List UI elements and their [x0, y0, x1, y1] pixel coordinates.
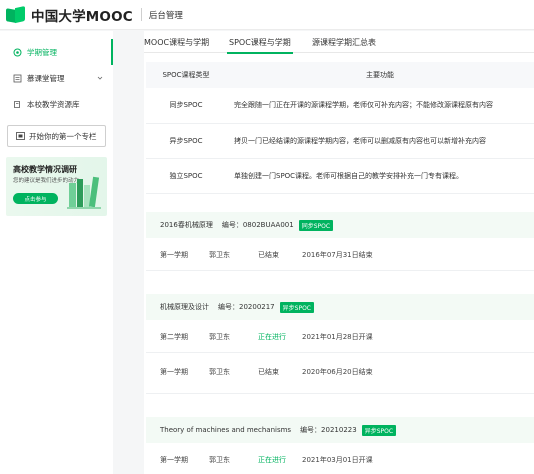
spoc-function-cell: 单独创建一门SPOC课程。老师可根据自己的教学安排补充一门专有课程。 — [226, 158, 534, 194]
term-name: 第一学期 — [160, 251, 188, 259]
term-row[interactable]: 第一学期 郭卫东 正在进行 2021年03月01日开课 — [146, 443, 534, 474]
term-status: 已结束 — [258, 368, 279, 376]
books-illustration-icon — [67, 176, 101, 209]
spoc-function-cell: 拷贝一门已经结课的源课程学期内容，老师可以删减原有内容也可以新增补充内容 — [226, 123, 534, 159]
course-name: 2016春机械原理 — [160, 221, 213, 229]
table-row: 独立SPOC 单独创建一门SPOC课程。老师可根据自己的教学安排补充一门专有课程… — [146, 158, 534, 194]
term-teacher: 郭卫东 — [209, 456, 230, 464]
spoc-type-cell: 独立SPOC — [146, 158, 226, 194]
tab-spoc-courses[interactable]: SPOC课程与学期 — [227, 31, 293, 54]
sidebar: 学期管理 慕课堂管理 本校教学资源库 开始你的第一个专栏 高校教学情况调研 您的… — [0, 31, 113, 474]
column-header-type: SPOC课程类型 — [146, 62, 226, 88]
top-header: 中国大学MOOC 后台管理 — [0, 0, 534, 30]
term-status: 已结束 — [258, 251, 279, 259]
header-divider — [140, 8, 142, 21]
column-icon — [16, 132, 25, 140]
sidebar-item-classroom-management[interactable]: 慕课堂管理 — [0, 65, 113, 91]
term-row[interactable]: 第一学期 郭卫东 已结束 2016年07月31日结束 — [146, 238, 534, 271]
term-name: 第二学期 — [160, 333, 188, 341]
course-card: 机械原理及设计 编号：20200217 异步SPOC 第二学期 郭卫东 正在进行… — [146, 294, 534, 394]
tab-source-summary[interactable]: 源课程学期汇总表 — [312, 31, 376, 53]
term-status: 正在进行 — [258, 333, 286, 341]
spoc-type-cell: 同步SPOC — [146, 88, 226, 124]
spoc-type-badge: 异步SPOC — [361, 424, 397, 436]
term-date: 2020年06月20日结束 — [302, 368, 373, 376]
term-teacher: 郭卫东 — [209, 251, 230, 259]
course-code: 编号：20200217 — [218, 303, 275, 311]
main-content: MOOC课程与学期 SPOC课程与学期 源课程学期汇总表 SPOC课程类型 主要… — [144, 31, 534, 474]
term-teacher: 郭卫东 — [209, 368, 230, 376]
tab-mooc-courses[interactable]: MOOC课程与学期 — [144, 31, 209, 53]
spoc-function-cell: 完全跟随一门正在开课的源课程学期，老师仅可补充内容；不能修改源课程原有内容 — [226, 88, 534, 124]
sidebar-item-label: 慕课堂管理 — [27, 73, 65, 83]
term-date: 2016年07月31日结束 — [302, 251, 373, 259]
course-name: Theory of machines and mechanisms — [160, 426, 292, 434]
chevron-down-icon[interactable] — [97, 74, 103, 83]
tab-bar: MOOC课程与学期 SPOC课程与学期 源课程学期汇总表 — [144, 31, 534, 54]
term-row[interactable]: 第一学期 郭卫东 已结束 2020年06月20日结束 — [146, 353, 534, 394]
term-name: 第一学期 — [160, 368, 188, 376]
list-icon — [13, 74, 22, 83]
banner-participate-button[interactable]: 点击参与 — [13, 193, 58, 204]
term-teacher: 郭卫东 — [209, 333, 230, 341]
logo-mark-icon — [6, 5, 26, 23]
table-row: 同步SPOC 完全跟随一门正在开课的源课程学期，老师仅可补充内容；不能修改源课程… — [146, 88, 534, 124]
sidebar-item-label: 学期管理 — [27, 47, 57, 57]
term-row[interactable]: 第二学期 郭卫东 正在进行 2021年01月28日开课 — [146, 320, 534, 353]
survey-banner[interactable]: 高校教学情况调研 您的建议是我们进步的动力 点击参与 — [6, 157, 107, 216]
sidebar-item-term-management[interactable]: 学期管理 — [0, 39, 113, 65]
term-date: 2021年03月01日开课 — [302, 456, 373, 464]
course-header[interactable]: 机械原理及设计 编号：20200217 异步SPOC — [146, 294, 534, 320]
spoc-type-badge: 异步SPOC — [279, 301, 314, 313]
sidebar-item-resource-library[interactable]: 本校教学资源库 — [0, 91, 113, 117]
logo-text: 中国大学MOOC — [31, 8, 133, 25]
course-header[interactable]: Theory of machines and mechanisms 编号：202… — [146, 417, 534, 443]
book-icon — [13, 100, 22, 109]
spoc-type-cell: 异步SPOC — [146, 123, 226, 159]
column-header-function: 主要功能 — [226, 62, 534, 88]
header-section-title: 后台管理 — [148, 10, 183, 21]
table-row: 异步SPOC 拷贝一门已经结课的源课程学期内容，老师可以删减原有内容也可以新增补… — [146, 123, 534, 159]
mooc-logo[interactable]: 中国大学MOOC — [6, 5, 133, 25]
course-name: 机械原理及设计 — [160, 303, 209, 311]
sidebar-item-label: 本校教学资源库 — [27, 99, 80, 109]
start-column-label: 开始你的第一个专栏 — [29, 131, 97, 141]
course-code: 编号：0802BUAA001 — [221, 221, 294, 229]
course-card: Theory of machines and mechanisms 编号：202… — [146, 417, 534, 474]
term-date: 2021年01月28日开课 — [302, 333, 373, 341]
term-name: 第一学期 — [160, 456, 188, 464]
spoc-type-table: SPOC课程类型 主要功能 同步SPOC 完全跟随一门正在开课的源课程学期，老师… — [146, 62, 534, 194]
course-header[interactable]: 2016春机械原理 编号：0802BUAA001 同步SPOC — [146, 212, 534, 238]
course-card: 2016春机械原理 编号：0802BUAA001 同步SPOC 第一学期 郭卫东… — [146, 212, 534, 271]
course-code: 编号：20210223 — [300, 426, 357, 434]
start-column-button[interactable]: 开始你的第一个专栏 — [7, 125, 106, 147]
spoc-type-badge: 同步SPOC — [298, 219, 334, 231]
term-status: 正在进行 — [258, 456, 286, 464]
grid-icon — [13, 48, 22, 57]
